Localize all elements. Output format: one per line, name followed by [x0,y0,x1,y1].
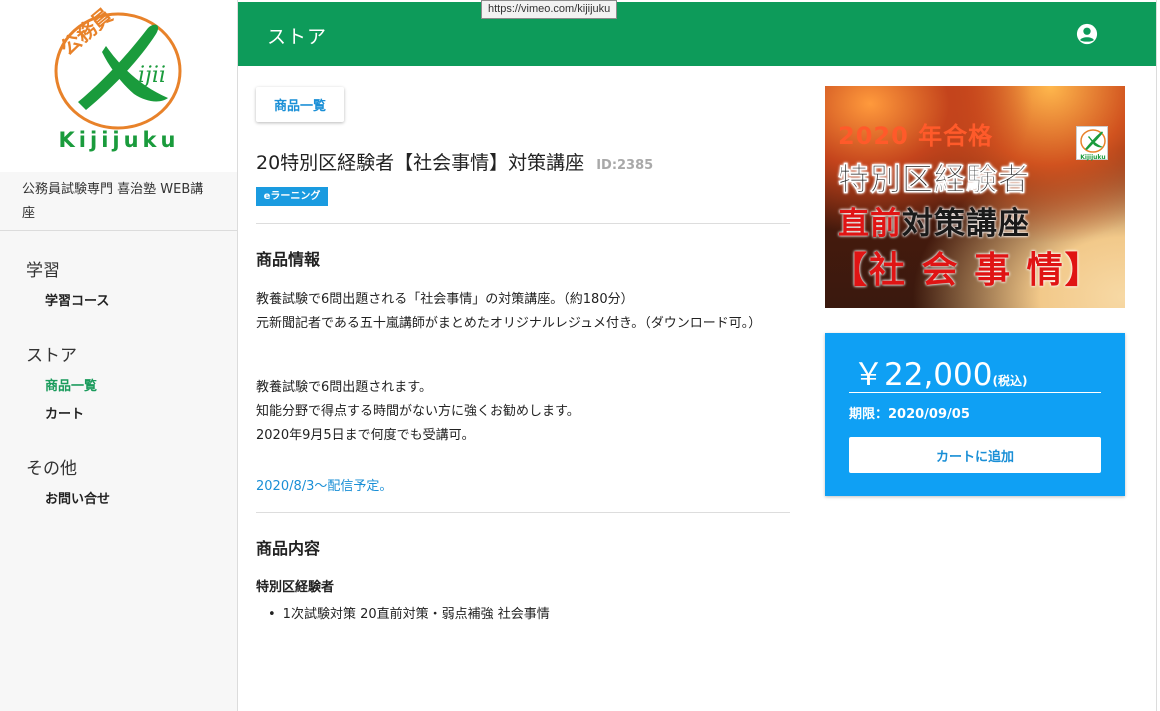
divider [256,223,790,224]
account-circle-icon[interactable] [1076,23,1098,45]
product-contents-heading: 商品内容 [256,539,321,558]
logo[interactable]: ijii 公務員 Kijijuku [0,0,237,172]
logo-text: Kijijuku [58,128,180,152]
banner-line4: 【社 会 事 情】 [831,250,1103,291]
price: ￥22,000(税込) [853,349,1027,394]
svg-text:Kijijuku: Kijijuku [1080,154,1105,161]
product-title: 20特別区経験者【社会事情】対策講座 ID:2385 [256,148,653,175]
sidebar-item-courses[interactable]: 学習コース [0,288,237,316]
price-tax-note: (税込) [992,374,1028,388]
list-item: 1次試験対策 20直前対策・弱点補強 社会事情 [268,603,550,622]
page-title: ストア [267,26,328,48]
banner-line3: 直前対策講座 [838,198,1030,243]
kijijuku-logo-icon: ijii 公務員 [54,6,182,130]
info-line: 知能分野で得点する時間がない方に強くお勧めします。 [256,404,580,419]
nav-heading-study: 学習 [26,261,60,281]
window-edge [1156,0,1160,711]
price-card: ￥22,000(税込) 期限：2020/09/05 カートに追加 [825,333,1125,496]
nav-group-store: ストア 商品一覧 カート [0,344,237,429]
info-line: 元新聞記者である五十嵐講師がまとめたオリジナルレジュメ付き。（ダウンロード可。） [256,316,762,331]
banner-line3-black: 対策講座 [902,206,1030,242]
divider [256,512,790,513]
nav-group-other: その他 お問い合せ [0,457,237,514]
link-tooltip: https://vimeo.com/kijijuku [481,0,618,19]
product-info-para1: 教養試験で6問出題される「社会事情」の対策講座。（約180分） 元新聞記者である… [256,288,790,336]
release-date-note: 2020/8/3～配信予定。 [256,479,393,494]
product-title-text: 20特別区経験者【社会事情】対策講座 [256,152,585,174]
product-banner-image: 2020 年合格 特別区経験者 直前対策講座 【社 会 事 情】 Kijijuk… [825,86,1125,308]
price-amount: ￥22,000 [853,357,993,393]
banner-mini-logo: Kijijuku [1076,126,1108,161]
product-info-heading: 商品情報 [256,250,321,269]
price-divider [849,392,1101,393]
sidebar-item-product-list[interactable]: 商品一覧 [0,373,237,401]
banner-line1: 2020 年合格 [838,122,994,150]
mini-logo-icon: Kijijuku [1080,129,1106,161]
elearning-badge: eラーニング [256,187,328,206]
nav-heading-other: その他 [26,459,77,479]
info-line: 教養試験で6問出題されます。 [256,380,432,395]
product-info-para2: 教養試験で6問出題されます。 知能分野で得点する時間がない方に強くお勧めします。… [256,376,790,448]
site-name: 公務員試験専門 喜治塾 WEB講座 [0,172,237,230]
svg-text:ijii: ijii [138,63,166,88]
contents-subheading: 特別区経験者 [256,580,335,595]
banner-line3-red: 直前 [838,206,902,242]
info-line: 教養試験で6問出題される「社会事情」の対策講座。（約180分） [256,292,634,307]
nav-heading-store: ストア [26,346,77,366]
app-header: ストア [238,2,1156,66]
sidebar-item-cart[interactable]: カート [0,401,237,429]
banner-line2: 特別区経験者 [838,162,1030,199]
sidebar: ijii 公務員 Kijijuku 公務員試験専門 喜治塾 WEB講座 学習 学… [0,0,238,711]
sidebar-item-contact[interactable]: お問い合せ [0,486,237,514]
access-period: 期限：2020/09/05 [849,407,970,422]
info-line: 2020年9月5日まで何度でも受講可。 [256,428,475,443]
nav-group-study: 学習 学習コース [0,259,237,316]
product-id: ID:2385 [596,158,654,173]
add-to-cart-button[interactable]: カートに追加 [849,437,1101,473]
product-list-button[interactable]: 商品一覧 [256,87,344,122]
